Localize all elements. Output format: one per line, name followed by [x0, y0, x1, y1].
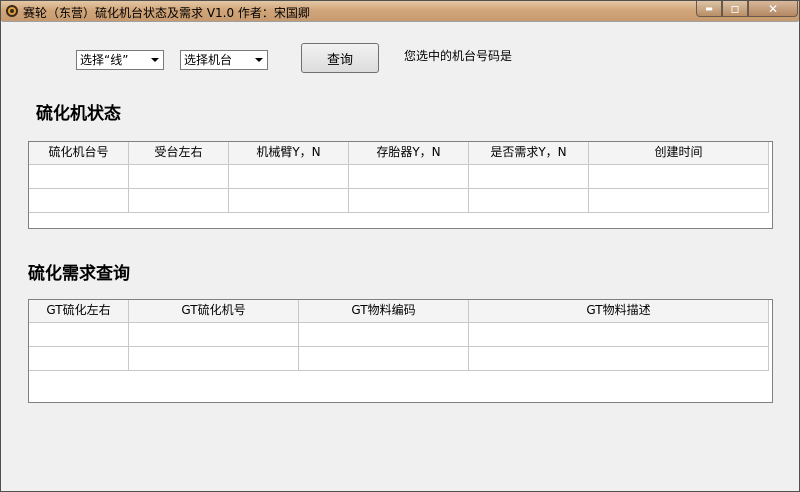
line-select-dropdown[interactable]: 选择“线”: [76, 50, 164, 70]
machine-select-value: 选择机台: [184, 53, 233, 67]
line-select-value: 选择“线”: [80, 53, 129, 67]
status-col-created-time[interactable]: 创建时间: [589, 142, 769, 165]
status-col-robot-arm[interactable]: 机械臂Y，N: [229, 142, 349, 165]
app-icon: [6, 5, 18, 17]
table-cell[interactable]: [29, 323, 129, 347]
table-cell[interactable]: [129, 165, 229, 189]
app-window: 赛轮（东营）硫化机台状态及需求 V1.0 作者：宋国卿 ▬ ▫ ✕ 选择“线” …: [0, 0, 800, 492]
chevron-down-icon: [255, 58, 263, 62]
table-cell[interactable]: [469, 189, 589, 213]
table-cell[interactable]: [29, 165, 129, 189]
table-cell[interactable]: [469, 347, 769, 371]
table-cell[interactable]: [589, 189, 769, 213]
demand-col-side[interactable]: GT硫化左右: [29, 300, 129, 323]
table-cell[interactable]: [29, 347, 129, 371]
machine-select-dropdown[interactable]: 选择机台: [180, 50, 268, 70]
status-col-demand[interactable]: 是否需求Y，N: [469, 142, 589, 165]
table-cell[interactable]: [469, 165, 589, 189]
table-cell[interactable]: [29, 189, 129, 213]
table-cell[interactable]: [349, 189, 469, 213]
table-cell[interactable]: [129, 323, 299, 347]
demand-col-material-code[interactable]: GT物料编码: [299, 300, 469, 323]
table-cell[interactable]: [229, 165, 349, 189]
title-bar[interactable]: 赛轮（东营）硫化机台状态及需求 V1.0 作者：宋国卿 ▬ ▫ ✕: [1, 1, 799, 21]
close-button[interactable]: ✕: [748, 1, 798, 17]
table-cell[interactable]: [229, 189, 349, 213]
table-cell[interactable]: [129, 347, 299, 371]
chevron-down-icon: [151, 58, 159, 62]
status-section-title: 硫化机状态: [36, 104, 121, 124]
status-col-side[interactable]: 受台左右: [129, 142, 229, 165]
table-cell[interactable]: [349, 165, 469, 189]
table-cell[interactable]: [589, 165, 769, 189]
maximize-icon: ▫: [730, 0, 740, 17]
minimize-icon: ▬: [705, 4, 713, 13]
maximize-button[interactable]: ▫: [722, 1, 748, 17]
minimize-button[interactable]: ▬: [696, 1, 722, 17]
table-cell[interactable]: [299, 347, 469, 371]
demand-col-material-desc[interactable]: GT物料描述: [469, 300, 769, 323]
client-area: 选择“线” 选择机台 查询 您选中的机台号码是 硫化机状态 硫化机台号 受台左右…: [2, 21, 798, 490]
close-icon: ✕: [767, 1, 779, 16]
status-col-machine-no[interactable]: 硫化机台号: [29, 142, 129, 165]
table-cell[interactable]: [469, 323, 769, 347]
table-cell[interactable]: [299, 323, 469, 347]
table-cell[interactable]: [129, 189, 229, 213]
status-col-tire-storage[interactable]: 存胎器Y，N: [349, 142, 469, 165]
demand-section-title: 硫化需求查询: [28, 264, 130, 284]
status-table[interactable]: 硫化机台号 受台左右 机械臂Y，N 存胎器Y，N 是否需求Y，N 创建时间: [28, 141, 773, 229]
window-title: 赛轮（东营）硫化机台状态及需求 V1.0 作者：宋国卿: [23, 6, 310, 20]
query-button[interactable]: 查询: [301, 43, 379, 73]
selected-machine-label: 您选中的机台号码是: [404, 49, 513, 63]
demand-table[interactable]: GT硫化左右 GT硫化机号 GT物料编码 GT物料描述: [28, 299, 773, 403]
demand-col-machine-no[interactable]: GT硫化机号: [129, 300, 299, 323]
